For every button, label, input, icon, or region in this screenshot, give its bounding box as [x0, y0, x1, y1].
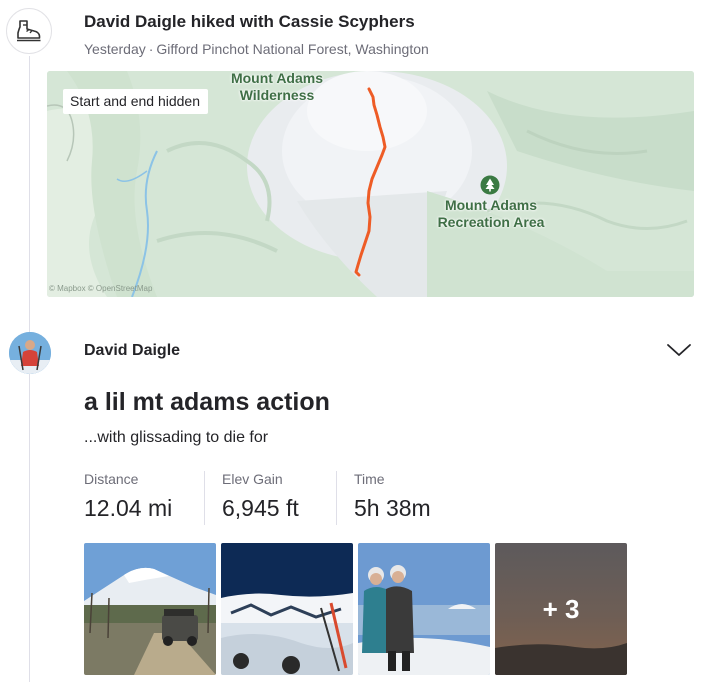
author-name[interactable]: David Daigle — [84, 342, 180, 360]
activity-location[interactable]: Gifford Pinchot National Forest, Washing… — [156, 41, 428, 57]
stat-value: 5h 38m — [354, 495, 431, 521]
chevron-down-icon — [667, 344, 691, 356]
hiking-boot-icon — [17, 20, 41, 42]
privacy-badge: Start and end hidden — [63, 89, 208, 114]
post-description: ...with glissading to die for — [84, 429, 269, 446]
map-label-wilderness: Mount Adams Wilderness — [230, 70, 324, 103]
photo-thumbnail[interactable] — [221, 543, 353, 675]
meta-separator: · — [148, 41, 154, 57]
stat-label: Time — [354, 471, 385, 487]
avatar[interactable] — [9, 332, 51, 374]
more-photos-count: + 3 — [542, 593, 580, 624]
photo-more-button[interactable]: + 3 — [495, 543, 627, 675]
photo-thumbnail[interactable] — [84, 543, 216, 675]
stat-divider — [204, 471, 205, 525]
map-attribution[interactable]: © Mapbox © OpenStreetMap — [49, 284, 152, 293]
post-title[interactable]: a lil mt adams action — [84, 388, 330, 417]
stat-time: Time 5h 38m — [354, 471, 431, 522]
stat-elevation: Elev Gain 6,945 ft — [222, 471, 299, 522]
stat-value: 6,945 ft — [222, 495, 299, 521]
stat-value: 12.04 mi — [84, 495, 173, 521]
stat-distance: Distance 12.04 mi — [84, 471, 172, 522]
photo-thumbnail[interactable] — [358, 543, 490, 675]
tree-icon — [480, 175, 500, 195]
stat-label: Elev Gain — [222, 471, 283, 487]
stat-divider — [336, 471, 337, 525]
map-label-recreation: Mount Adams Recreation Area — [437, 197, 545, 230]
activity-meta: Yesterday · Gifford Pinchot National Fores… — [84, 41, 429, 57]
activity-title[interactable]: David Daigle hiked with Cassie Scyphers — [84, 12, 415, 32]
activity-date: Yesterday — [84, 41, 146, 57]
options-dropdown-button[interactable] — [666, 341, 692, 359]
stat-label: Distance — [84, 471, 139, 487]
activity-type-icon — [6, 8, 52, 54]
